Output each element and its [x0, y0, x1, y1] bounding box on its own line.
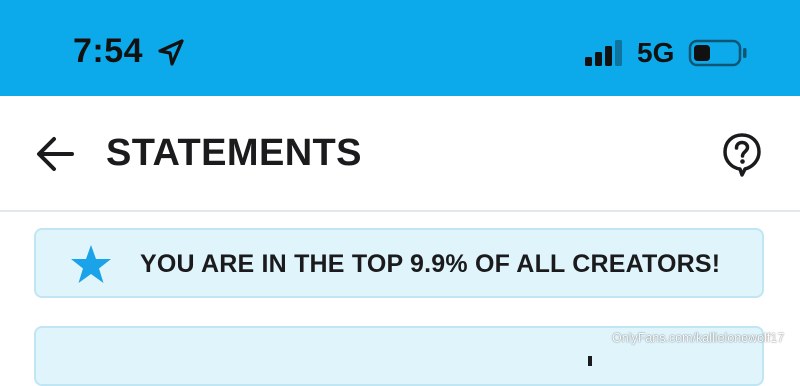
- back-arrow-icon[interactable]: [34, 134, 76, 174]
- card-content-fragment: [588, 356, 592, 366]
- network-type-label: 5G: [637, 37, 675, 68]
- location-arrow-icon: [158, 39, 184, 66]
- battery-icon: [688, 39, 747, 67]
- watermark: OnlyFans.com/kallielonewolf17: [612, 331, 785, 345]
- top-creator-banner: YOU ARE IN THE TOP 9.9% OF ALL CREATORS!: [34, 228, 764, 298]
- banner-text: YOU ARE IN THE TOP 9.9% OF ALL CREATORS!: [140, 250, 721, 278]
- star-icon: [71, 245, 111, 283]
- help-question-icon[interactable]: [722, 132, 762, 178]
- app-header: STATEMENTS: [0, 96, 800, 212]
- status-bar: 7:54 5G: [0, 0, 800, 96]
- cellular-signal-icon: [585, 40, 622, 66]
- status-time: 7:54: [73, 32, 144, 70]
- page-title: STATEMENTS: [106, 132, 362, 174]
